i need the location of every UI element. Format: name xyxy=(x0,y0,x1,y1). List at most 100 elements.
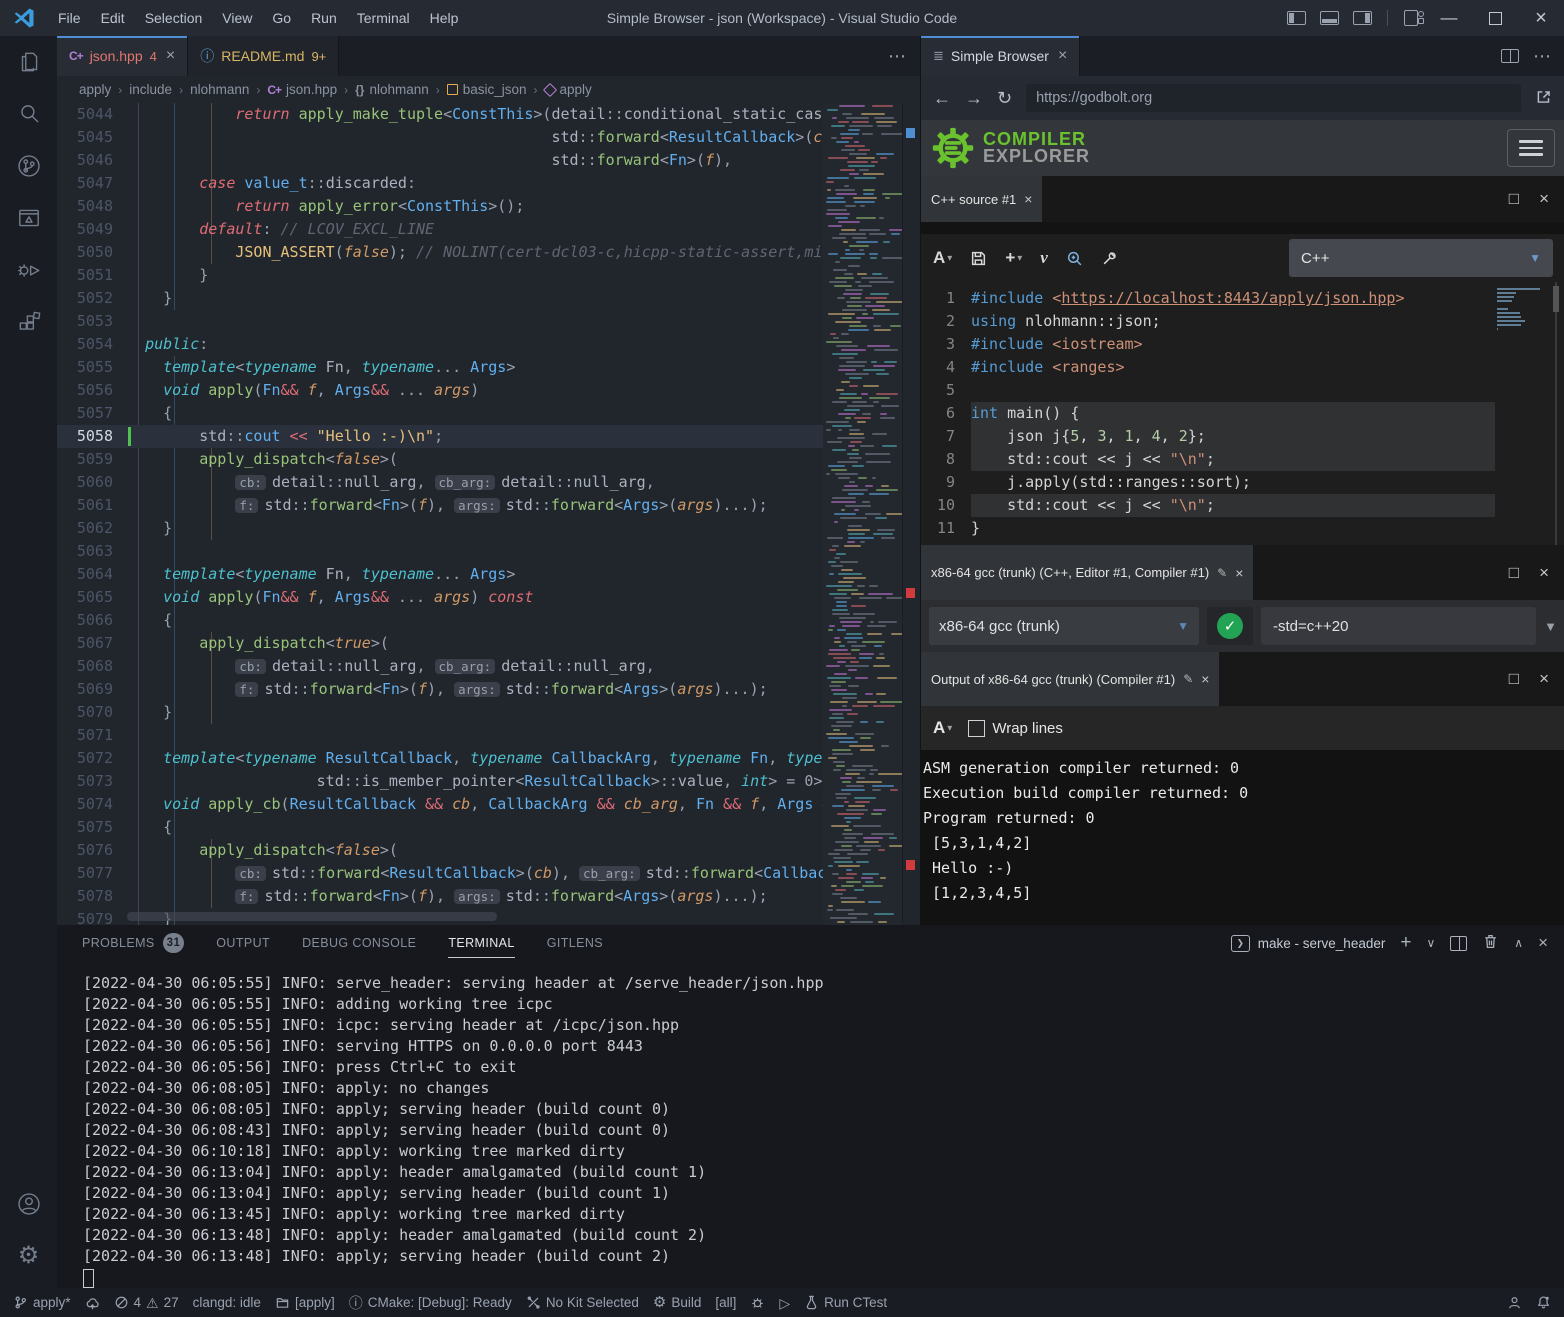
compiler-select[interactable]: x86-64 gcc (trunk) ▼ xyxy=(929,607,1199,645)
ce-scrollbar[interactable] xyxy=(1555,282,1557,545)
breadcrumb-item[interactable]: apply xyxy=(79,82,111,97)
kill-terminal-icon[interactable] xyxy=(1482,933,1499,954)
panel-tab-debug-console[interactable]: DEBUG CONSOLE xyxy=(302,925,416,961)
options-dropdown-icon[interactable]: ▼ xyxy=(1544,619,1557,634)
status-cmake-target[interactable]: [all] xyxy=(708,1288,743,1317)
ce-menu-icon[interactable] xyxy=(1507,129,1555,167)
font-size-icon[interactable]: A▾ xyxy=(933,718,952,738)
more-actions-icon[interactable]: ⋯ xyxy=(888,46,906,67)
ce-output-tab[interactable]: Output of x86-64 gcc (trunk) (Compiler #… xyxy=(921,652,1219,706)
toggle-sidebar-icon[interactable] xyxy=(1287,11,1306,25)
ce-logo[interactable]: COMPILER EXPLORER xyxy=(931,126,1090,170)
close-button[interactable]: × xyxy=(1518,0,1564,36)
url-input[interactable]: https://godbolt.org xyxy=(1026,84,1521,112)
breadcrumb[interactable]: apply›include›nlohmann›C+json.hpp›{}nloh… xyxy=(57,76,920,103)
close-pane-icon[interactable]: × xyxy=(1539,189,1549,209)
open-external-icon[interactable] xyxy=(1535,88,1553,109)
status-cmake-build[interactable]: ⚙Build xyxy=(646,1288,708,1317)
toggle-panel-icon[interactable] xyxy=(1320,11,1339,25)
maximize-button[interactable] xyxy=(1472,0,1518,36)
ce-compiler-tab[interactable]: x86-64 gcc (trunk) (C++, Editor #1, Comp… xyxy=(921,545,1253,600)
menu-file[interactable]: File xyxy=(48,0,91,36)
status-cmake-status[interactable]: ⓘCMake: [Debug]: Ready xyxy=(342,1288,519,1317)
terminal-output[interactable]: [2022-04-30 06:05:55] INFO: serve_header… xyxy=(57,961,1564,1294)
panel-tab-terminal[interactable]: TERMINAL xyxy=(448,925,514,961)
status-cmake-kit[interactable]: No Kit Selected xyxy=(519,1288,646,1317)
horizontal-scrollbar[interactable] xyxy=(127,912,497,921)
split-editor-icon[interactable] xyxy=(1501,49,1519,63)
close-icon[interactable]: × xyxy=(1235,565,1243,581)
font-size-icon[interactable]: A▾ xyxy=(933,248,952,268)
close-tab-icon[interactable]: × xyxy=(1058,47,1067,65)
split-terminal-icon[interactable] xyxy=(1450,936,1467,951)
activity-run-debug-icon[interactable] xyxy=(0,244,57,296)
more-actions-icon[interactable]: ⋯ xyxy=(1533,46,1551,67)
status-run-ctest[interactable]: Run CTest xyxy=(797,1288,894,1317)
minimize-button[interactable]: — xyxy=(1426,0,1472,36)
panel-tab-gitlens[interactable]: GITLENS xyxy=(547,925,603,961)
forward-icon[interactable]: → xyxy=(965,88,983,109)
panel-tab-problems[interactable]: PROBLEMS31 xyxy=(82,925,184,961)
close-pane-icon[interactable]: × xyxy=(1539,669,1549,689)
new-terminal-icon[interactable]: + xyxy=(1400,932,1411,954)
status-problems[interactable]: 4⚠27 xyxy=(107,1288,186,1317)
wrap-lines-toggle[interactable]: Wrap lines xyxy=(968,720,1063,737)
maximize-pane-icon[interactable]: □ xyxy=(1509,563,1519,583)
menu-view[interactable]: View xyxy=(212,0,262,36)
back-icon[interactable]: ← xyxy=(933,88,951,109)
status-notifications[interactable] xyxy=(1529,1295,1558,1310)
activity-account-icon[interactable] xyxy=(0,1178,57,1230)
pin-icon[interactable] xyxy=(1101,250,1118,267)
language-select[interactable]: C++ ▼ xyxy=(1289,239,1553,277)
add-pane-icon[interactable]: +▾ xyxy=(1005,248,1022,268)
activity-settings-icon[interactable]: ⚙ xyxy=(0,1230,57,1282)
vim-mode-icon[interactable]: v xyxy=(1040,248,1048,268)
close-icon[interactable]: × xyxy=(1201,671,1209,687)
menu-go[interactable]: Go xyxy=(262,0,301,36)
status-git-branch[interactable]: apply* xyxy=(6,1288,78,1317)
activity-browser-preview-icon[interactable] xyxy=(0,192,57,244)
activity-explorer-icon[interactable] xyxy=(0,36,57,88)
customize-layout-icon[interactable] xyxy=(1404,10,1418,26)
rename-icon[interactable]: ✎ xyxy=(1183,672,1193,686)
breadcrumb-item[interactable]: {}nlohmann xyxy=(355,82,429,97)
tab-json-hpp[interactable]: C+json.hpp4× xyxy=(57,36,188,76)
menu-terminal[interactable]: Terminal xyxy=(347,0,420,36)
toggle-secondary-sidebar-icon[interactable] xyxy=(1353,11,1372,25)
menu-edit[interactable]: Edit xyxy=(91,0,135,36)
activity-search-icon[interactable] xyxy=(0,88,57,140)
tab-readme-md[interactable]: ⓘREADME.md9+ xyxy=(188,36,339,76)
menu-selection[interactable]: Selection xyxy=(135,0,213,36)
overview-ruler[interactable] xyxy=(902,103,920,925)
rename-icon[interactable]: ✎ xyxy=(1217,566,1227,580)
save-icon[interactable] xyxy=(970,250,987,267)
menu-run[interactable]: Run xyxy=(301,0,347,36)
breadcrumb-item[interactable]: basic_json xyxy=(447,82,527,97)
maximize-pane-icon[interactable]: □ xyxy=(1509,189,1519,209)
maximize-panel-icon[interactable]: ∧ xyxy=(1514,936,1523,950)
terminal-picker-icon[interactable]: ∨ xyxy=(1426,936,1435,950)
breadcrumb-item[interactable]: nlohmann xyxy=(190,82,249,97)
code-editor[interactable]: 5044 return apply_make_tuple<ConstThis>(… xyxy=(57,103,920,925)
activity-source-control-icon[interactable] xyxy=(0,140,57,192)
status-feedback[interactable] xyxy=(1500,1295,1529,1310)
compiler-options-input[interactable]: -std=c++20 xyxy=(1261,607,1536,645)
reload-icon[interactable]: ↻ xyxy=(997,88,1012,109)
status-clangd-status[interactable]: clangd: idle xyxy=(186,1288,268,1317)
ce-source-editor[interactable]: 1#include <https://localhost:8443/apply/… xyxy=(921,282,1564,545)
maximize-pane-icon[interactable]: □ xyxy=(1509,669,1519,689)
terminal-instance[interactable]: ❯ make - serve_header xyxy=(1231,935,1386,952)
status-cmake-folder[interactable]: [apply] xyxy=(268,1288,342,1317)
breadcrumb-item[interactable]: include xyxy=(129,82,172,97)
status-publish-changes[interactable] xyxy=(78,1288,107,1317)
status-cmake-debug[interactable] xyxy=(743,1288,772,1317)
ce-source-tab[interactable]: C++ source #1 × xyxy=(921,176,1042,222)
status-cmake-launch[interactable]: ▷ xyxy=(772,1288,797,1317)
activity-extensions-icon[interactable] xyxy=(0,296,57,348)
panel-tab-output[interactable]: OUTPUT xyxy=(216,925,270,961)
close-tab-icon[interactable]: × xyxy=(166,47,175,65)
close-pane-icon[interactable]: × xyxy=(1539,563,1549,583)
menu-help[interactable]: Help xyxy=(420,0,469,36)
close-panel-icon[interactable]: × xyxy=(1538,933,1548,953)
breadcrumb-item[interactable]: C+json.hpp xyxy=(267,82,337,97)
